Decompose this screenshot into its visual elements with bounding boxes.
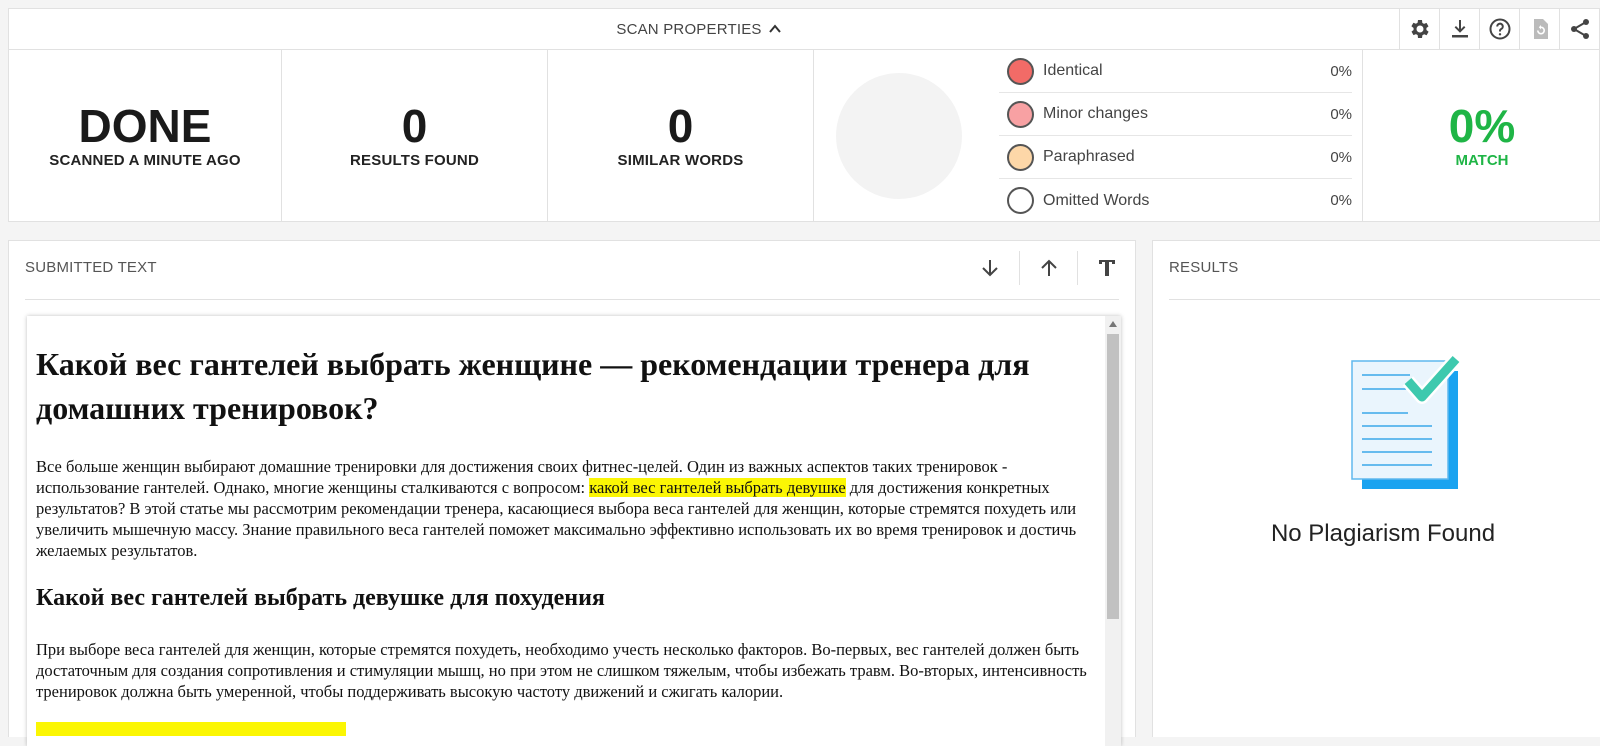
results-found-value: 0: [401, 100, 428, 152]
legend-label: Paraphrased: [1043, 148, 1135, 165]
match-label: MATCH: [1455, 152, 1509, 169]
submitted-text-toolbar: [961, 251, 1135, 285]
match-highlight-partial[interactable]: [36, 722, 346, 736]
legend-label: Identical: [1043, 62, 1103, 79]
panel-divider: [25, 299, 1119, 300]
results-found-label: RESULTS FOUND: [350, 152, 479, 169]
results-found-stat: 0 RESULTS FOUND: [282, 50, 548, 221]
match-pie-chart: [814, 50, 984, 221]
document-heading: Какой вес гантелей выбрать женщине — рек…: [36, 346, 1030, 426]
text-format-icon: [1098, 260, 1115, 276]
document-content: Какой вес гантелей выбрать женщине — рек…: [36, 316, 1096, 736]
text-format-button[interactable]: [1077, 251, 1135, 285]
arrow-up-icon: [1040, 259, 1057, 276]
paraphrased-color-dot: [1007, 143, 1034, 171]
no-plagiarism-message: No Plagiarism Found: [1270, 520, 1496, 547]
next-match-button[interactable]: [961, 251, 1019, 285]
results-divider: [1169, 299, 1600, 300]
share-button[interactable]: [1559, 9, 1599, 49]
scan-toolbar: [1399, 9, 1599, 49]
legend-row-omitted-words: Omitted Words 0%: [999, 179, 1352, 222]
download-icon: [1451, 20, 1468, 38]
arrow-down-icon: [982, 260, 998, 277]
scan-status-label: SCANNED A MINUTE AGO: [49, 152, 241, 169]
document-subheading: Какой вес гантелей выбрать девушке для п…: [36, 585, 605, 611]
scan-status-stat: DONE SCANNED A MINUTE AGO: [9, 50, 282, 221]
rescan-icon: [1533, 19, 1548, 39]
scan-properties-label: SCAN PROPERTIES: [616, 20, 762, 38]
submitted-text-title: SUBMITTED TEXT: [25, 259, 157, 276]
legend-label: Minor changes: [1043, 105, 1148, 122]
document-viewer[interactable]: Какой вес гантелей выбрать женщине — рек…: [27, 316, 1121, 746]
download-button[interactable]: [1439, 9, 1479, 49]
document-paragraph: При выборе веса гантелей для женщин, кот…: [36, 640, 1087, 701]
document-paragraph: Все больше женщин выбирают домашние трен…: [36, 456, 1096, 561]
scrollbar-thumb[interactable]: [1107, 334, 1119, 619]
legend-row-paraphrased: Paraphrased 0%: [999, 136, 1352, 179]
rescan-button[interactable]: [1519, 9, 1559, 49]
scan-status-value: DONE: [78, 100, 212, 152]
results-panel: RESULTS No Plagiarism Found: [1152, 240, 1600, 737]
share-icon: [1570, 19, 1589, 39]
scan-stats-panel: DONE SCANNED A MINUTE AGO 0 RESULTS FOUN…: [8, 50, 1600, 222]
document-scrollbar[interactable]: [1105, 316, 1121, 746]
settings-button[interactable]: [1399, 9, 1439, 49]
match-legend: Identical 0% Minor changes 0% Paraphrase…: [999, 50, 1363, 221]
legend-row-identical: Identical 0%: [999, 50, 1352, 93]
match-stat: 0% MATCH: [1363, 50, 1600, 221]
settings-gear-icon: [1410, 20, 1429, 38]
help-icon: [1489, 18, 1510, 40]
minor-changes-color-dot: [1007, 100, 1034, 128]
empty-pie: [836, 72, 962, 199]
previous-match-button[interactable]: [1019, 251, 1077, 285]
legend-percent: 0%: [1330, 105, 1352, 123]
results-title: RESULTS: [1169, 259, 1239, 276]
identical-match-highlight[interactable]: какой вес гантелей выбрать девушке: [589, 478, 846, 497]
scroll-up-button[interactable]: [1105, 316, 1121, 332]
legend-percent: 0%: [1330, 192, 1352, 209]
identical-color-dot: [1007, 57, 1034, 85]
match-value: 0%: [1448, 100, 1516, 152]
legend-label: Omitted Words: [1043, 191, 1150, 209]
document-checkmark-icon: [1351, 354, 1462, 489]
scan-properties-toggle[interactable]: SCAN PROPERTIES: [9, 9, 1389, 49]
chevron-up-icon: [768, 24, 781, 33]
omitted-words-color-dot: [1007, 187, 1034, 214]
submitted-text-panel: SUBMITTED TEXT Какой вес гантелей выбрат…: [8, 240, 1136, 746]
legend-percent: 0%: [1330, 148, 1352, 166]
scan-properties-bar: SCAN PROPERTIES: [8, 8, 1600, 50]
similar-words-stat: 0 SIMILAR WORDS: [548, 50, 814, 221]
similar-words-label: SIMILAR WORDS: [617, 152, 744, 169]
help-button[interactable]: [1479, 9, 1519, 49]
similar-words-value: 0: [667, 100, 694, 152]
legend-row-minor-changes: Minor changes 0%: [999, 93, 1352, 136]
legend-percent: 0%: [1330, 62, 1352, 80]
scroll-up-arrow-icon: [1109, 321, 1117, 327]
